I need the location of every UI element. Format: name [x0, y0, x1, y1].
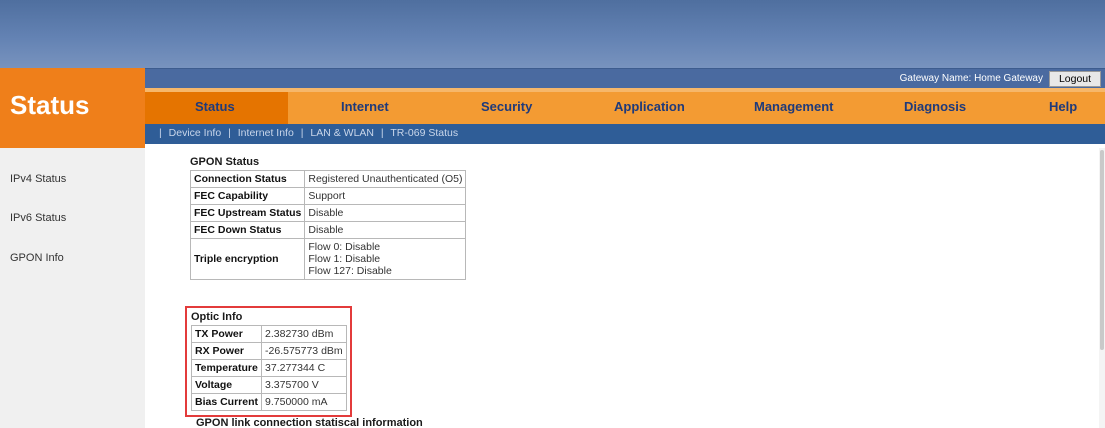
optic-info-table: TX Power 2.382730 dBm RX Power -26.57577… [190, 325, 347, 411]
row-value: Flow 0: Disable Flow 1: Disable Flow 127… [304, 238, 467, 280]
gpon-status-table: Connection Status Registered Unauthentic… [189, 170, 467, 280]
row-value: 9.750000 mA [261, 393, 347, 411]
submenu-internet-info[interactable]: Internet Info [238, 127, 294, 139]
gpon-link-stats-title: GPON link connection statiscal informati… [196, 417, 423, 428]
row-label: Triple encryption [189, 238, 306, 280]
logout-button[interactable]: Logout [1049, 71, 1101, 87]
row-label: RX Power [190, 342, 263, 360]
row-value: Disable [304, 221, 467, 239]
table-row: Voltage 3.375700 V [190, 376, 347, 394]
gpon-status-title: GPON Status [190, 156, 260, 168]
row-label: FEC Capability [189, 187, 306, 205]
row-label: FEC Upstream Status [189, 204, 306, 222]
flow-1-value: Flow 1: Disable [308, 253, 381, 265]
gpon-status-section: GPON Status Connection Status Registered… [189, 156, 467, 280]
scrollbar-thumb[interactable] [1100, 150, 1104, 350]
table-row: Bias Current 9.750000 mA [190, 393, 347, 411]
optic-info-highlight: Optic Info TX Power 2.382730 dBm RX Powe… [185, 306, 352, 417]
row-value: Support [304, 187, 467, 205]
row-label: Voltage [190, 376, 263, 394]
submenu-tr069-status[interactable]: TR-069 Status [390, 127, 458, 139]
flow-127-value: Flow 127: Disable [308, 265, 392, 277]
sidebar: IPv4 Status IPv6 Status GPON Info [0, 148, 145, 428]
menu-management[interactable]: Management [754, 99, 833, 114]
menu-application[interactable]: Application [614, 99, 685, 114]
row-value: -26.575773 dBm [261, 342, 347, 360]
table-row: FEC Capability Support [189, 187, 467, 205]
table-row: Temperature 37.277344 C [190, 359, 347, 377]
menu-diagnosis[interactable]: Diagnosis [904, 99, 966, 114]
row-value: Registered Unauthenticated (O5) [304, 170, 467, 188]
table-row: TX Power 2.382730 dBm [190, 325, 347, 343]
sidebar-item-gpon-info[interactable]: GPON Info [10, 252, 64, 264]
gateway-name: Gateway Name: Home Gateway [899, 73, 1043, 84]
submenu-device-info[interactable]: Device Info [169, 127, 222, 139]
brand-title: Status [10, 90, 90, 120]
row-value: 2.382730 dBm [261, 325, 347, 343]
table-row: Connection Status Registered Unauthentic… [189, 170, 467, 188]
row-label: FEC Down Status [189, 221, 306, 239]
menu-help[interactable]: Help [1049, 99, 1077, 114]
menu-status[interactable]: Status [195, 99, 235, 114]
menu-internet[interactable]: Internet [341, 99, 389, 114]
sub-menu: | Device Info | Internet Info | LAN & WL… [145, 124, 1105, 144]
main-menu: Status Internet Security Application Man… [145, 88, 1105, 124]
table-row: FEC Down Status Disable [189, 221, 467, 239]
row-value: 37.277344 C [261, 359, 347, 377]
sidebar-item-ipv4-status[interactable]: IPv4 Status [10, 173, 66, 185]
flow-0-value: Flow 0: Disable [308, 241, 381, 253]
gateway-bar: Gateway Name: Home Gateway Logout [145, 68, 1105, 88]
optic-info-title: Optic Info [191, 311, 243, 323]
row-value: 3.375700 V [261, 376, 347, 394]
row-value: Disable [304, 204, 467, 222]
top-banner [0, 0, 1105, 68]
row-label: Connection Status [189, 170, 306, 188]
table-row: FEC Upstream Status Disable [189, 204, 467, 222]
table-row: RX Power -26.575773 dBm [190, 342, 347, 360]
sidebar-item-ipv6-status[interactable]: IPv6 Status [10, 212, 66, 224]
submenu-lan-wlan[interactable]: LAN & WLAN [310, 127, 374, 139]
menu-security[interactable]: Security [481, 99, 532, 114]
table-row: Triple encryption Flow 0: Disable Flow 1… [189, 238, 467, 280]
row-label: Bias Current [190, 393, 263, 411]
row-label: Temperature [190, 359, 263, 377]
row-label: TX Power [190, 325, 263, 343]
